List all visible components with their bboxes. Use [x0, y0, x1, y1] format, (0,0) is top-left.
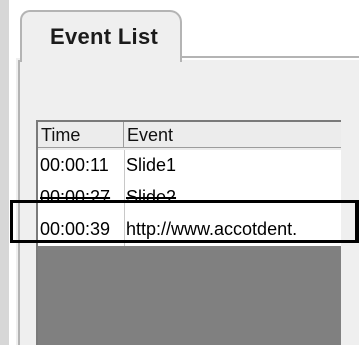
list-item[interactable]: 00:00:11 Slide1 [38, 150, 341, 182]
selection-highlight-box [10, 200, 359, 243]
row-event: Slide1 [126, 155, 177, 175]
panel-top-highlight [178, 58, 359, 60]
selection-highlight-edge [355, 200, 359, 243]
window-edge [0, 0, 12, 345]
column-header-time[interactable]: Time [38, 122, 124, 148]
list-header: Time Event [38, 122, 341, 150]
tab-event-list[interactable]: Event List [20, 10, 182, 62]
tab-event-list-label: Event List [50, 24, 159, 49]
window-edge-fill [0, 0, 9, 345]
row-time: 00:00:11 [38, 150, 125, 182]
column-header-event[interactable]: Event [124, 122, 341, 148]
